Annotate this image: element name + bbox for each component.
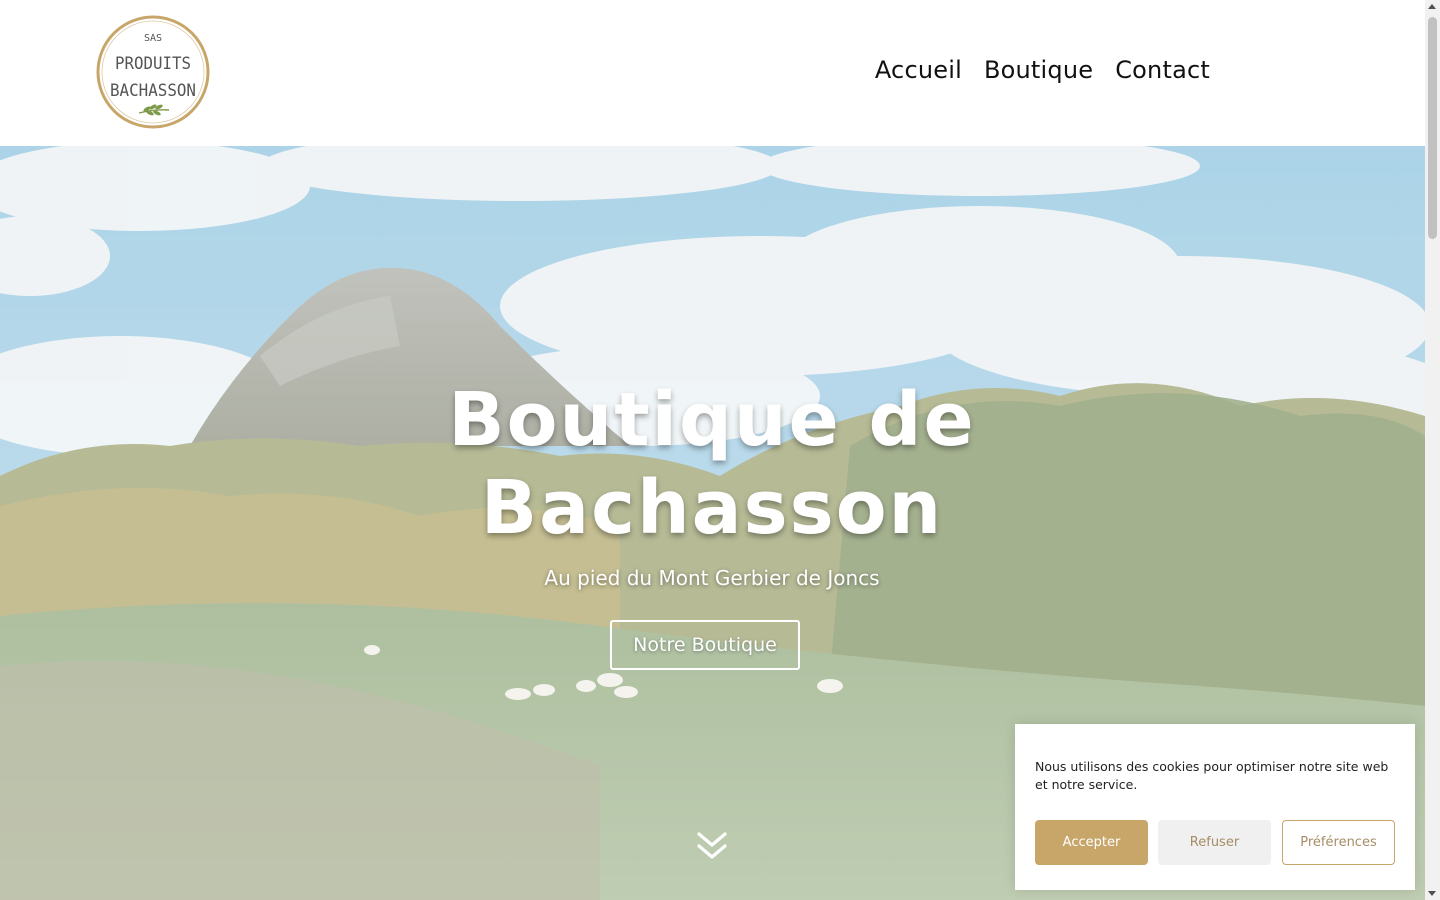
refuse-cookies-button[interactable]: Refuser (1158, 820, 1271, 865)
site-logo[interactable]: SAS PRODUITS BACHASSON (95, 14, 211, 130)
page-scrollbar[interactable] (1425, 0, 1440, 900)
cookie-message: Nous utilisons des cookies pour optimise… (1035, 759, 1389, 792)
logo-line-produits: PRODUITS (115, 54, 191, 74)
scroll-down-arrow-icon[interactable] (1428, 891, 1436, 896)
leaf-icon (138, 104, 170, 116)
logo-line-sas: SAS (144, 33, 162, 44)
scrollbar-thumb[interactable] (1428, 17, 1437, 239)
cookie-banner: Nous utilisons des cookies pour optimise… (1015, 724, 1415, 890)
nav-item-contact[interactable]: Contact (1115, 56, 1210, 84)
nav-item-boutique[interactable]: Boutique (984, 56, 1093, 84)
accept-cookies-button[interactable]: Accepter (1035, 820, 1148, 865)
page: SAS PRODUITS BACHASSON Accueil Boutique … (0, 0, 1425, 900)
cookie-preferences-button[interactable]: Préférences (1282, 820, 1395, 865)
hero-title: Boutique de Bachasson (448, 377, 976, 551)
site-header: SAS PRODUITS BACHASSON Accueil Boutique … (0, 0, 1425, 146)
nav-item-accueil[interactable]: Accueil (875, 56, 962, 84)
notre-boutique-button[interactable]: Notre Boutique (610, 620, 800, 670)
scroll-up-arrow-icon[interactable] (1428, 4, 1436, 9)
hero-subtitle: Au pied du Mont Gerbier de Joncs (544, 566, 880, 590)
double-chevron-down-icon[interactable] (694, 828, 730, 864)
main-nav: Accueil Boutique Contact (875, 56, 1210, 84)
logo-line-bachasson: BACHASSON (110, 81, 196, 101)
